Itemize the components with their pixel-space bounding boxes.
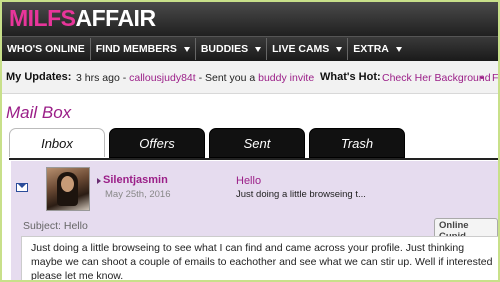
site-logo[interactable]: MILFSAFFAIR	[9, 5, 156, 31]
whats-hot-label: What's Hot:	[320, 71, 381, 83]
avatar[interactable]	[46, 167, 90, 211]
page-title: Mail Box	[6, 103, 72, 122]
logo-part-1: MILFS	[9, 5, 76, 31]
nav-extra[interactable]: EXTRA	[348, 38, 407, 60]
nav-live-cams-label: LIVE CAMS	[272, 43, 330, 55]
nav-whos-online[interactable]: WHO'S ONLINE	[2, 38, 91, 60]
nav-buddies[interactable]: BUDDIES	[196, 38, 268, 60]
whats-hot-next-link[interactable]: F	[492, 72, 498, 84]
envelope-icon	[16, 183, 28, 192]
nav-live-cams[interactable]: LIVE CAMS	[267, 38, 349, 60]
nav-find-members[interactable]: FIND MEMBERS	[91, 38, 196, 60]
logo-part-2: AFFAIR	[75, 5, 157, 31]
message-body-text: Just doing a little browseing to see wha…	[31, 242, 493, 282]
subject-line: Subject: Hello	[23, 220, 88, 232]
update-user-link[interactable]: callousjudy84t	[129, 72, 196, 84]
nav-extra-label: EXTRA	[353, 43, 389, 55]
nav-buddies-label: BUDDIES	[200, 43, 249, 55]
message-subject[interactable]: Hello	[236, 175, 261, 187]
arrow-right-icon	[97, 178, 101, 184]
avatar-face	[61, 176, 74, 192]
message-preview: Just doing a little browseing t...	[236, 189, 366, 200]
app-frame: MILFSAFFAIR WHO'S ONLINE FIND MEMBERS BU…	[0, 0, 500, 282]
updates-label: My Updates:	[6, 71, 72, 83]
main-nav: WHO'S ONLINE FIND MEMBERS BUDDIES LIVE C…	[2, 36, 498, 61]
message-date: May 25th, 2016	[105, 189, 171, 200]
tab-sent[interactable]: Sent	[209, 128, 305, 158]
nav-find-members-label: FIND MEMBERS	[95, 43, 177, 55]
tab-offers[interactable]: Offers	[109, 128, 205, 158]
caret-down-icon	[255, 46, 262, 52]
sender-name[interactable]: Silentjasmin	[103, 174, 168, 186]
caret-down-icon	[395, 46, 402, 52]
whats-hot-link[interactable]: Check Her Background	[382, 72, 491, 84]
buddy-invite-link[interactable]: buddy invite	[258, 72, 314, 84]
bullet-icon: •	[480, 72, 484, 84]
tab-divider	[9, 158, 498, 160]
update-time: 3 hrs ago -	[76, 72, 130, 84]
update-middle-text: - Sent you a	[195, 72, 259, 84]
updates-bar: My Updates: 3 hrs ago - callousjudy84t -…	[2, 61, 498, 94]
caret-down-icon	[336, 46, 343, 52]
mailbox-tabs: Inbox Offers Sent Trash	[9, 128, 405, 158]
caret-down-icon	[183, 46, 190, 52]
nav-whos-online-label: WHO'S ONLINE	[7, 43, 85, 55]
message-body: Just doing a little browseing to see wha…	[21, 236, 498, 282]
tab-inbox[interactable]: Inbox	[9, 128, 105, 157]
header: MILFSAFFAIR	[2, 2, 498, 36]
tab-trash[interactable]: Trash	[309, 128, 405, 158]
update-entry: 3 hrs ago - callousjudy84t - Sent you a …	[76, 72, 314, 84]
